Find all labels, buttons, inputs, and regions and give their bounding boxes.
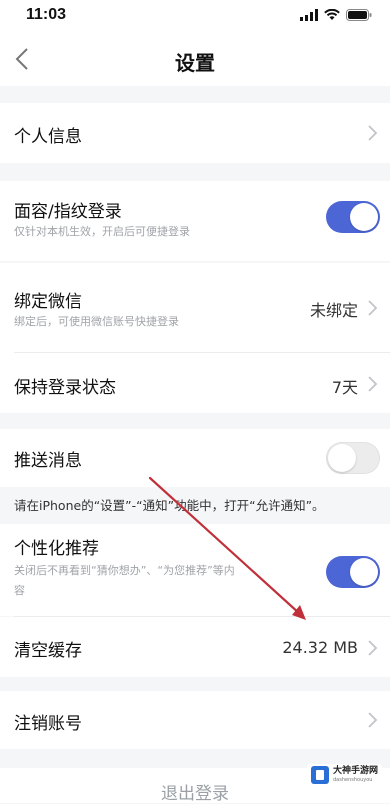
toggle-knob xyxy=(350,203,378,231)
wifi-icon xyxy=(324,9,340,20)
row-title: 个性化推荐 xyxy=(14,539,99,559)
row-subtitle: 关闭后不再看到“猜你想办”、“为您推荐”等内 xyxy=(14,564,235,577)
row-value: 未绑定 xyxy=(309,301,358,320)
chevron-right-icon xyxy=(368,300,378,316)
row-title: 推送消息 xyxy=(14,451,82,471)
status-icons xyxy=(300,9,372,21)
chevron-right-icon xyxy=(368,125,378,141)
row-bind-wechat[interactable]: 绑定微信 绑定后，可使用微信账号快捷登录 未绑定 xyxy=(0,263,390,353)
nav-bar: 设置 xyxy=(0,34,390,86)
row-cancel-account[interactable]: 注销账号 xyxy=(0,691,390,749)
watermark-brand: 大神手游网 xyxy=(332,766,378,776)
row-title: 绑定微信 xyxy=(14,292,82,312)
row-title: 面容/指纹登录 xyxy=(14,202,122,222)
row-value: 24.32 MB xyxy=(282,638,358,657)
row-value: 7天 xyxy=(331,378,358,397)
row-personal-info[interactable]: 个人信息 xyxy=(0,103,390,163)
row-keep-login[interactable]: 保持登录状态 7天 xyxy=(0,353,390,413)
row-title: 清空缓存 xyxy=(14,641,82,661)
toggle-knob xyxy=(328,444,356,472)
row-title: 保持登录状态 xyxy=(14,378,116,398)
watermark-sub: dashenshouyou xyxy=(332,777,373,783)
push-toggle[interactable] xyxy=(326,442,380,474)
row-subtitle: 仅针对本机生效，开启后可便捷登录 xyxy=(14,225,190,238)
row-face-login: 面容/指纹登录 仅针对本机生效，开启后可便捷登录 xyxy=(0,181,390,261)
battery-icon xyxy=(346,9,372,21)
push-notice: 请在iPhone的“设置”-“通知”功能中，打开“允许通知”。 xyxy=(14,498,325,513)
chevron-right-icon xyxy=(368,640,378,656)
row-title: 注销账号 xyxy=(14,714,82,734)
row-push: 推送消息 xyxy=(0,429,390,487)
watermark: 大神手游网 dashenshouyou xyxy=(306,764,382,786)
personalized-toggle[interactable] xyxy=(326,556,380,588)
toggle-knob xyxy=(350,558,378,586)
row-personalized: 个性化推荐 关闭后不再看到“猜你想办”、“为您推荐”等内 容 xyxy=(0,524,390,616)
row-subtitle-line2: 容 xyxy=(14,584,25,597)
watermark-logo-icon xyxy=(310,766,329,784)
page-title: 设置 xyxy=(175,51,215,75)
row-clear-cache[interactable]: 清空缓存 24.32 MB xyxy=(0,617,390,677)
signal-icon xyxy=(300,9,318,21)
chevron-right-icon xyxy=(368,376,378,392)
status-bar: 11:03 xyxy=(0,0,390,34)
face-login-toggle[interactable] xyxy=(326,201,380,233)
chevron-right-icon xyxy=(368,712,378,728)
status-time: 11:03 xyxy=(26,6,67,23)
row-subtitle: 绑定后，可使用微信账号快捷登录 xyxy=(14,315,179,328)
row-title: 个人信息 xyxy=(14,127,82,147)
